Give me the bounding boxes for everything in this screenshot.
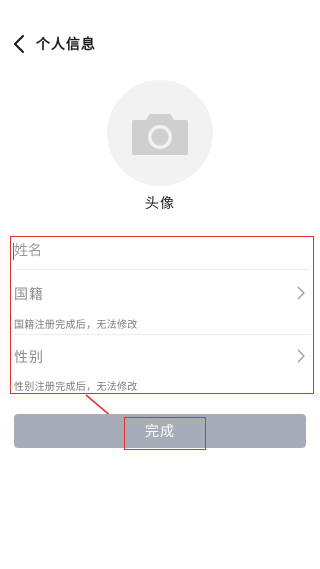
- nationality-label: 国籍: [14, 287, 44, 303]
- text-cursor: [13, 243, 14, 260]
- gender-select[interactable]: 性别: [10, 343, 314, 369]
- done-label: 完成: [145, 424, 175, 440]
- chevron-left-icon: [13, 34, 25, 54]
- divider: [14, 269, 310, 270]
- name-row: [10, 236, 314, 270]
- chevron-right-icon: [297, 286, 305, 300]
- avatar-label: 头像: [145, 196, 175, 212]
- nationality-select[interactable]: 国籍: [10, 280, 314, 306]
- header-bar: 个人信息: [0, 26, 320, 62]
- personal-info-screen: 个人信息 头像 国籍 国籍注册完成后，无法修改 性别: [0, 0, 320, 569]
- gender-label: 性别: [14, 350, 44, 366]
- name-input[interactable]: [14, 238, 294, 264]
- done-button[interactable]: 完成: [14, 414, 306, 448]
- divider: [14, 334, 310, 335]
- chevron-right-icon: [297, 349, 305, 363]
- gender-hint: 性别注册完成后，无法修改: [14, 382, 138, 393]
- back-button[interactable]: [8, 32, 30, 56]
- page-title: 个人信息: [36, 37, 96, 53]
- avatar-upload[interactable]: [107, 80, 213, 186]
- camera-icon: [132, 114, 188, 155]
- nationality-hint: 国籍注册完成后，无法修改: [14, 320, 138, 331]
- profile-form: 国籍 国籍注册完成后，无法修改 性别 性别注册完成后，无法修改: [10, 236, 314, 394]
